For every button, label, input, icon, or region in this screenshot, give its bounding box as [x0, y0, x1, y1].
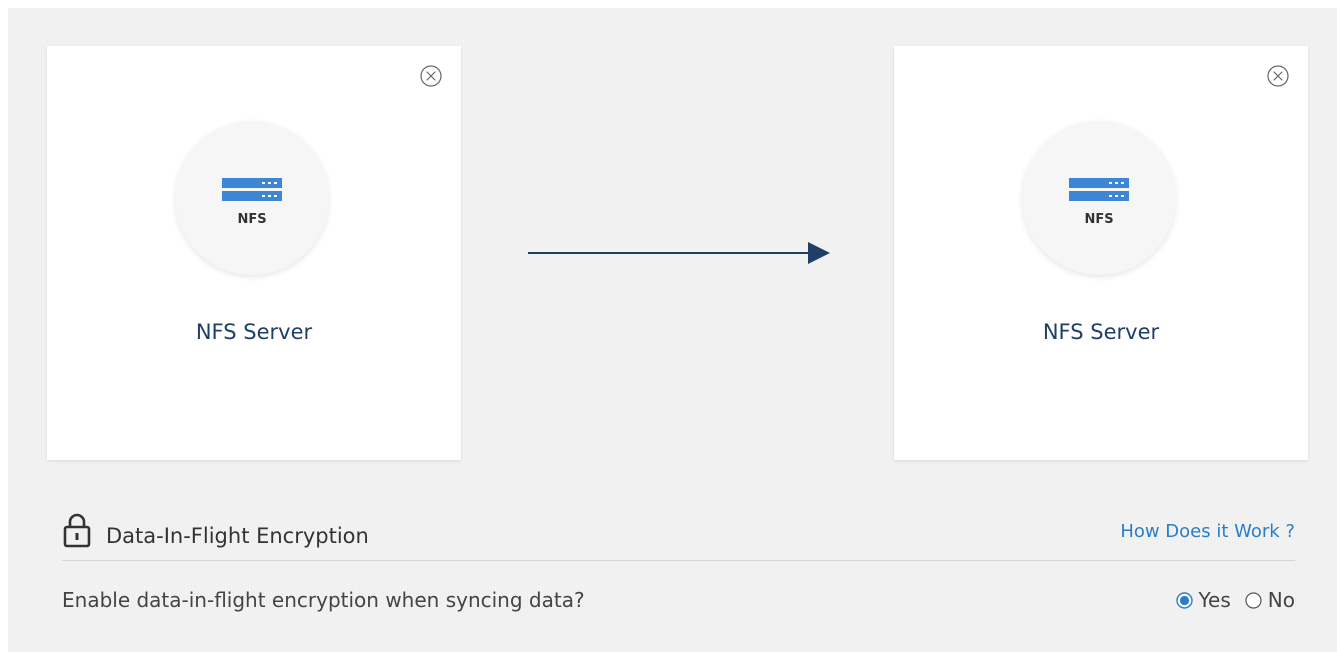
target-card-title: NFS Server [1042, 320, 1160, 344]
target-server-badge: NFS [1022, 121, 1176, 275]
encryption-radio-group: Yes No [1175, 588, 1295, 612]
nfs-server-icon [222, 178, 282, 201]
source-close-icon[interactable] [419, 64, 443, 88]
source-server-badge: NFS [175, 121, 329, 275]
radio-unselected-icon[interactable] [1245, 591, 1262, 609]
target-card[interactable]: NFS NFS Server [894, 46, 1308, 460]
source-card[interactable]: NFS NFS Server [47, 46, 461, 460]
radio-yes-label: Yes [1198, 588, 1231, 612]
how-does-it-work-link[interactable]: How Does it Work ? [1120, 521, 1295, 542]
radio-no-label: No [1267, 588, 1295, 612]
encryption-title: Data-In-Flight Encryption [106, 524, 369, 548]
encryption-question: Enable data-in-flight encryption when sy… [62, 588, 585, 612]
radio-yes[interactable]: Yes [1175, 588, 1231, 612]
source-card-title: NFS Server [195, 320, 313, 344]
nfs-server-icon [1069, 178, 1129, 201]
lock-icon [63, 513, 91, 548]
nfs-icon-caption: NFS [1084, 212, 1114, 227]
nfs-icon-caption: NFS [237, 212, 267, 227]
arrow-right-icon [528, 242, 830, 264]
radio-selected-icon[interactable] [1175, 591, 1193, 609]
divider [62, 560, 1295, 561]
radio-no[interactable]: No [1245, 588, 1295, 612]
target-close-icon[interactable] [1266, 64, 1290, 88]
